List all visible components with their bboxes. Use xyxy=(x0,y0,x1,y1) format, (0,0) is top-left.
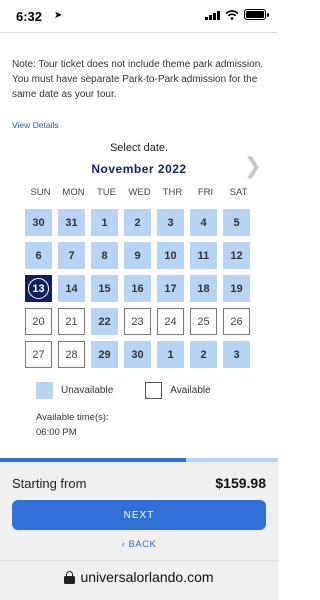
calendar-day[interactable]: 21 xyxy=(58,308,85,335)
calendar-day: 2 xyxy=(124,209,151,236)
booking-footer: Starting from $159.98 NEXT ‹ BACK xyxy=(0,462,278,560)
available-times-label: Available time(s): xyxy=(36,412,109,423)
battery-icon xyxy=(244,9,269,20)
calendar-day: 1 xyxy=(157,341,184,368)
calendar-day: 14 xyxy=(58,275,85,302)
calendar-day: 2 xyxy=(190,341,217,368)
back-label: BACK xyxy=(128,539,157,550)
calendar-day: 4 xyxy=(190,209,217,236)
calendar-day: 8 xyxy=(91,242,118,269)
back-link[interactable]: ‹ BACK xyxy=(0,539,278,550)
calendar-day: 12 xyxy=(223,242,250,269)
calendar-day[interactable]: 27 xyxy=(25,341,52,368)
calendar-day[interactable]: 26 xyxy=(223,308,250,335)
view-details-link[interactable]: View Details xyxy=(12,120,59,130)
calendar-day: 7 xyxy=(58,242,85,269)
admission-note: Note: Tour ticket does not include theme… xyxy=(12,59,264,100)
calendar-day: 3 xyxy=(223,341,250,368)
calendar-day: 30 xyxy=(25,209,52,236)
price-value: $159.98 xyxy=(215,475,266,491)
available-time-value: 06:00 PM xyxy=(36,427,77,438)
calendar-day: 31 xyxy=(58,209,85,236)
weekday-label: MON xyxy=(62,187,85,198)
booking-content: Note: Tour ticket does not include theme… xyxy=(0,32,278,456)
chevron-left-icon: ‹ xyxy=(121,539,126,550)
calendar-day: 3 xyxy=(157,209,184,236)
calendar-day: 1 xyxy=(91,209,118,236)
unavailable-swatch xyxy=(36,382,53,399)
legend-available-label: Available xyxy=(170,385,211,396)
calendar-day: 15 xyxy=(91,275,118,302)
calendar-day[interactable]: 20 xyxy=(25,308,52,335)
url-text: universalorlando.com xyxy=(80,569,214,585)
browser-url-bar[interactable]: universalorlando.com xyxy=(0,560,278,600)
calendar-day: 9 xyxy=(124,242,151,269)
weekday-label: WED xyxy=(128,187,151,198)
calendar-day: 17 xyxy=(157,275,184,302)
calendar-day: 19 xyxy=(223,275,250,302)
calendar-day[interactable]: 25 xyxy=(190,308,217,335)
chevron-right-icon[interactable]: ❯ xyxy=(244,155,262,177)
available-swatch xyxy=(145,382,163,399)
calendar-day: 6 xyxy=(25,242,52,269)
signal-icon xyxy=(205,10,220,20)
calendar-day: 5 xyxy=(223,209,250,236)
weekday-label: SUN xyxy=(30,187,51,198)
wifi-icon xyxy=(225,9,239,20)
location-arrow-icon: ➤ xyxy=(54,10,63,21)
starting-from-label: Starting from xyxy=(12,476,87,491)
calendar-day[interactable]: 24 xyxy=(157,308,184,335)
weekday-label: TUE xyxy=(97,187,116,198)
legend-unavailable-label: Unavailable xyxy=(61,385,114,396)
status-icons xyxy=(205,9,269,20)
selected-day-label: 13 xyxy=(28,278,49,299)
weekday-header: SUN MON TUE WED THR FRI SAT xyxy=(24,187,254,198)
weekday-label: FRI xyxy=(197,187,214,198)
status-time: 6:32 xyxy=(16,9,43,24)
weekday-label: SAT xyxy=(229,187,248,198)
calendar-day: 29 xyxy=(91,341,118,368)
calendar-day: 11 xyxy=(190,242,217,269)
calendar-day: 30 xyxy=(124,341,151,368)
calendar-day[interactable]: 23 xyxy=(124,308,151,335)
calendar-day: 10 xyxy=(157,242,184,269)
next-button[interactable]: NEXT xyxy=(12,500,266,530)
calendar-grid: 30 31 1 2 3 4 5 6 7 8 9 10 11 12 13 14 15 16 17 18 19 20 21 22 2… xyxy=(25,209,255,368)
select-date-prompt: Select date. xyxy=(109,142,169,154)
calendar-day: 16 xyxy=(124,275,151,302)
calendar-day-selected[interactable]: 13 xyxy=(25,275,52,302)
calendar-day: 18 xyxy=(190,275,217,302)
weekday-label: THR xyxy=(162,187,183,198)
month-title: November 2022 xyxy=(91,162,187,176)
calendar-day[interactable]: 28 xyxy=(58,341,85,368)
calendar-legend: Unavailable Available xyxy=(36,382,211,399)
calendar-day: 22 xyxy=(91,308,118,335)
lock-icon xyxy=(64,571,76,584)
status-bar: 6:32 ➤ xyxy=(0,0,278,32)
